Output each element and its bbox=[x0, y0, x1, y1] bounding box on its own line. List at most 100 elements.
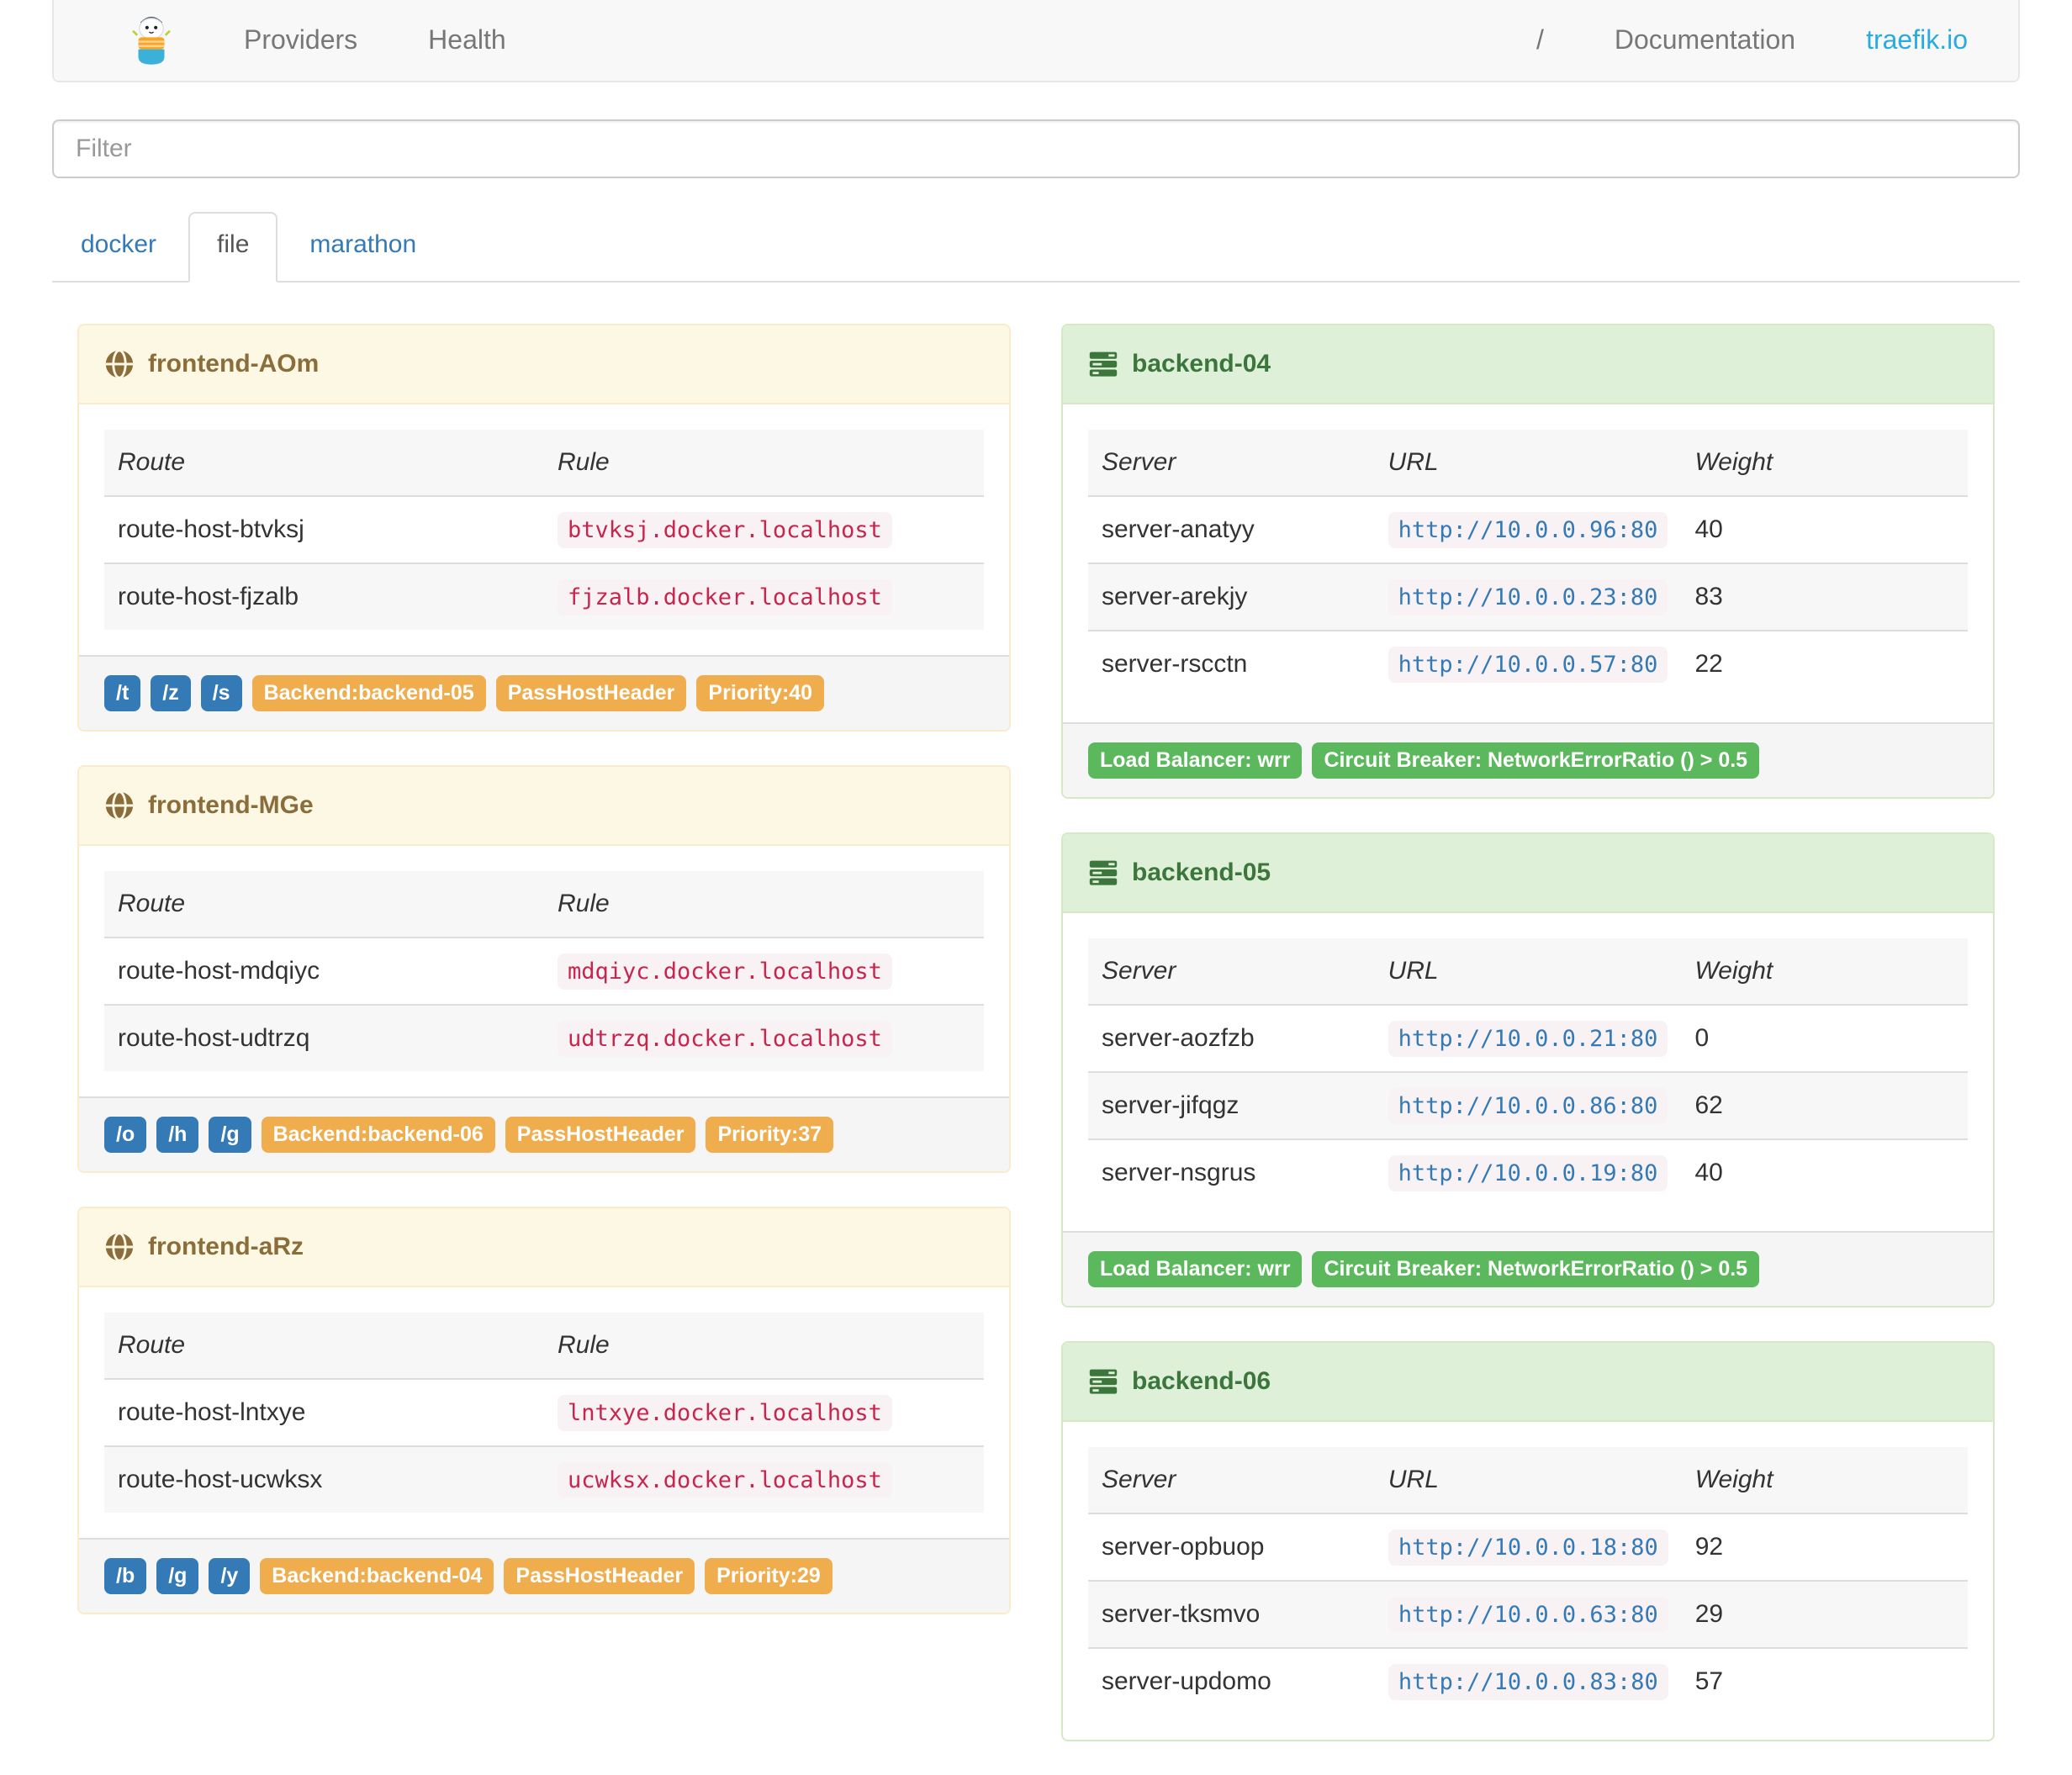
backend-panel-body: Server URL Weight server-opbuop http://1… bbox=[1063, 1422, 1993, 1740]
server-url-link[interactable]: http://10.0.0.83:80 bbox=[1388, 1664, 1668, 1700]
backend-panel-body: Server URL Weight server-anatyy http://1… bbox=[1063, 404, 1993, 722]
tab-docker[interactable]: docker bbox=[52, 212, 185, 283]
server-url-link[interactable]: http://10.0.0.21:80 bbox=[1388, 1021, 1668, 1057]
route-rule: udtrzq.docker.localhost bbox=[558, 1021, 892, 1057]
route-row: route-host-udtrzq udtrzq.docker.localhos… bbox=[104, 1004, 984, 1071]
route-row: route-host-lntxye lntxye.docker.localhos… bbox=[104, 1378, 984, 1446]
backend-panel-heading: backend-06 bbox=[1063, 1343, 1993, 1422]
routes-table: Route Rule route-host-mdqiyc mdqiyc.dock… bbox=[104, 871, 984, 1071]
pass-host-header-tag: PassHostHeader bbox=[505, 1117, 696, 1153]
route-path-tag: /s bbox=[200, 675, 242, 711]
route-name: route-host-lntxye bbox=[104, 1378, 544, 1446]
globe-icon bbox=[104, 1232, 135, 1262]
route-path-tag: /b bbox=[104, 1558, 147, 1594]
server-name: server-rscctn bbox=[1088, 630, 1375, 697]
route-path-tag: /y bbox=[209, 1558, 251, 1594]
main-content: frontend-AOm Route Rule route-host-btvks… bbox=[52, 324, 2020, 1775]
server-name: server-jifqgz bbox=[1088, 1071, 1375, 1139]
route-column-header: Route bbox=[118, 448, 186, 476]
backend-panel-body: Server URL Weight server-aozfzb http://1… bbox=[1063, 913, 1993, 1231]
route-name: route-host-udtrzq bbox=[104, 1004, 544, 1071]
table-header-row: Server URL Weight bbox=[1088, 938, 1968, 1005]
nav-health-link[interactable]: Health bbox=[428, 24, 506, 55]
route-row: route-host-ucwksx ucwksx.docker.localhos… bbox=[104, 1445, 984, 1513]
frontend-name: frontend-AOm bbox=[148, 350, 320, 378]
server-weight: 0 bbox=[1681, 1004, 1968, 1072]
route-rule: mdqiyc.docker.localhost bbox=[558, 954, 892, 990]
route-row: route-host-fjzalb fjzalb.docker.localhos… bbox=[104, 563, 984, 630]
tab-file[interactable]: file bbox=[188, 212, 278, 283]
table-header-row: Route Rule bbox=[104, 430, 984, 496]
route-name: route-host-mdqiyc bbox=[104, 937, 544, 1005]
server-url-link[interactable]: http://10.0.0.23:80 bbox=[1388, 579, 1668, 615]
server-row: server-jifqgz http://10.0.0.86:80 62 bbox=[1088, 1071, 1968, 1139]
circuit-breaker-tag: Circuit Breaker: NetworkErrorRatio () > … bbox=[1312, 742, 1760, 779]
route-row: route-host-mdqiyc mdqiyc.docker.localhos… bbox=[104, 937, 984, 1005]
frontend-panel-MGe: frontend-MGe Route Rule route-host-mdqiy… bbox=[77, 765, 1011, 1173]
frontends-column: frontend-AOm Route Rule route-host-btvks… bbox=[52, 324, 1036, 1775]
backend-panel-heading: backend-05 bbox=[1063, 834, 1993, 913]
route-name: route-host-btvksj bbox=[104, 495, 544, 563]
servers-table: Server URL Weight server-aozfzb http://1… bbox=[1088, 938, 1968, 1206]
traefik-logo[interactable] bbox=[130, 13, 173, 66]
server-stack-icon bbox=[1088, 349, 1118, 379]
server-url-link[interactable]: http://10.0.0.57:80 bbox=[1388, 647, 1668, 683]
tab-marathon[interactable]: marathon bbox=[281, 212, 445, 283]
backend-panel-05: backend-05 Server URL Weight server-aozf… bbox=[1061, 832, 1995, 1307]
route-name: route-host-fjzalb bbox=[104, 563, 544, 630]
filter-bar bbox=[52, 119, 2020, 178]
server-url-link[interactable]: http://10.0.0.86:80 bbox=[1388, 1088, 1668, 1124]
url-column-header: URL bbox=[1388, 448, 1439, 476]
server-row: server-tksmvo http://10.0.0.63:80 29 bbox=[1088, 1580, 1968, 1648]
route-path-tag: /o bbox=[104, 1117, 147, 1153]
rule-column-header: Rule bbox=[558, 1331, 610, 1359]
route-path-tag: /g bbox=[209, 1117, 251, 1153]
frontend-panel-footer: /b /g /y Backend:backend-04 PassHostHead… bbox=[79, 1538, 1009, 1613]
route-rule: fjzalb.docker.localhost bbox=[558, 579, 892, 615]
url-column-header: URL bbox=[1388, 1466, 1439, 1493]
route-path-tag: /t bbox=[104, 675, 141, 711]
frontend-name: frontend-MGe bbox=[148, 791, 314, 819]
backend-panel-footer: Load Balancer: wrr Circuit Breaker: Netw… bbox=[1063, 722, 1993, 797]
server-column-header: Server bbox=[1102, 448, 1176, 476]
backend-panel-04: backend-04 Server URL Weight server-anat… bbox=[1061, 324, 1995, 799]
table-header-row: Route Rule bbox=[104, 1313, 984, 1379]
priority-tag: Priority:40 bbox=[696, 675, 825, 711]
server-url-link[interactable]: http://10.0.0.18:80 bbox=[1388, 1529, 1668, 1566]
server-weight: 22 bbox=[1681, 630, 1968, 697]
server-name: server-updomo bbox=[1088, 1647, 1375, 1714]
nav-documentation-link[interactable]: Documentation bbox=[1615, 24, 1795, 55]
server-row: server-arekjy http://10.0.0.23:80 83 bbox=[1088, 563, 1968, 631]
server-weight: 57 bbox=[1681, 1647, 1968, 1714]
nav-providers-link[interactable]: Providers bbox=[244, 24, 357, 55]
server-row: server-opbuop http://10.0.0.18:80 92 bbox=[1088, 1513, 1968, 1581]
route-path-tag: /h bbox=[156, 1117, 199, 1153]
server-url-link[interactable]: http://10.0.0.63:80 bbox=[1388, 1597, 1668, 1633]
nav-divider: / bbox=[1536, 24, 1544, 55]
rule-column-header: Rule bbox=[558, 890, 610, 917]
frontend-panel-heading: frontend-MGe bbox=[79, 767, 1009, 846]
priority-tag: Priority:29 bbox=[705, 1558, 832, 1594]
url-column-header: URL bbox=[1388, 957, 1439, 985]
route-rule: lntxye.docker.localhost bbox=[558, 1395, 892, 1431]
server-name: server-arekjy bbox=[1088, 563, 1375, 631]
traefik-mascot-icon bbox=[132, 16, 171, 65]
route-column-header: Route bbox=[118, 890, 186, 917]
server-weight: 40 bbox=[1681, 495, 1968, 563]
server-weight: 62 bbox=[1681, 1071, 1968, 1139]
weight-column-header: Weight bbox=[1694, 1466, 1773, 1493]
weight-column-header: Weight bbox=[1694, 957, 1773, 985]
globe-icon bbox=[104, 349, 135, 379]
frontend-panel-footer: /t /z /s Backend:backend-05 PassHostHead… bbox=[79, 655, 1009, 730]
routes-table: Route Rule route-host-lntxye lntxye.dock… bbox=[104, 1313, 984, 1513]
server-url-link[interactable]: http://10.0.0.19:80 bbox=[1388, 1155, 1668, 1191]
routes-table: Route Rule route-host-btvksj btvksj.dock… bbox=[104, 430, 984, 630]
route-rule: btvksj.docker.localhost bbox=[558, 512, 892, 548]
server-row: server-aozfzb http://10.0.0.21:80 0 bbox=[1088, 1004, 1968, 1072]
nav-traefik-io-link[interactable]: traefik.io bbox=[1866, 24, 1968, 55]
filter-input[interactable] bbox=[52, 119, 2020, 178]
servers-table: Server URL Weight server-anatyy http://1… bbox=[1088, 430, 1968, 697]
server-weight: 40 bbox=[1681, 1138, 1968, 1206]
frontend-panel-heading: frontend-AOm bbox=[79, 325, 1009, 404]
server-url-link[interactable]: http://10.0.0.96:80 bbox=[1388, 512, 1668, 548]
